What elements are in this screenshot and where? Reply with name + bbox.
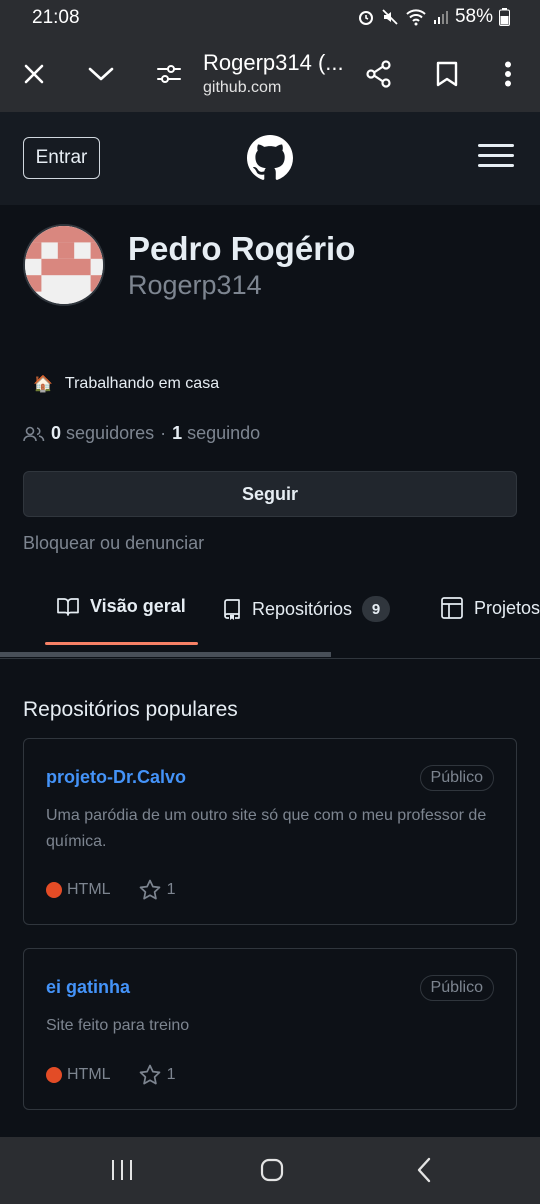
following-link[interactable]: 1 seguindo [172, 423, 260, 444]
repo-language: HTML [67, 880, 111, 898]
popular-repos-title: Repositórios populares [23, 698, 238, 721]
follow-separator: · [160, 423, 167, 443]
hamburger-line [478, 164, 514, 167]
tab-projects[interactable]: Projetos [440, 596, 540, 620]
following-count: 1 [172, 423, 183, 443]
active-tab-indicator [45, 642, 198, 645]
stargazers-link[interactable]: 1 [139, 1064, 176, 1085]
follow-stats: 0 seguidores · 1 seguindo [23, 423, 260, 444]
tab-projects-label: Projetos [474, 597, 540, 618]
tab-overview[interactable]: Visão geral [56, 596, 186, 617]
github-header: Entrar [0, 112, 540, 205]
battery-percent: 58% [454, 6, 493, 27]
status-time: 21:08 [32, 7, 80, 28]
repo-icon [224, 599, 240, 620]
followers-link[interactable]: 0 seguidores [51, 423, 154, 444]
profile-tabs: Visão geral Repositórios 9 Projetos [0, 584, 540, 659]
share-icon[interactable] [361, 56, 397, 92]
recent-apps-icon[interactable] [110, 1157, 134, 1183]
alarm-icon [358, 11, 373, 25]
chevron-down-icon[interactable] [83, 56, 119, 92]
following-label: seguindo [187, 423, 261, 443]
repo-meta: HTML 1 [46, 1064, 175, 1085]
visibility-badge: Público [419, 765, 494, 791]
followers-label: seguidores [66, 423, 155, 443]
repo-description: Uma paródia de um outro site só que com … [46, 807, 487, 850]
repo-name-link[interactable]: ei gatinha [46, 977, 130, 998]
wifi-icon [406, 9, 426, 26]
home-icon[interactable] [259, 1157, 285, 1183]
site-settings-icon[interactable] [151, 56, 187, 92]
page-title[interactable]: Rogerp314 (... [203, 50, 344, 76]
repo-meta: HTML 1 [46, 879, 175, 900]
repo-description: Site feito para treino [46, 1017, 190, 1034]
repo-language: HTML [67, 1065, 111, 1083]
hamburger-icon[interactable] [478, 144, 514, 172]
tabs-scroll-indicator [0, 652, 331, 657]
language-color-dot [46, 881, 62, 898]
stargazers-link[interactable]: 1 [139, 879, 176, 900]
android-status-bar: 21:08 58% [0, 0, 540, 36]
repo-card: ei gatinha Público Site feito para trein… [23, 948, 517, 1110]
back-icon[interactable] [414, 1157, 434, 1183]
browser-toolbar: Rogerp314 (... github.com [0, 36, 540, 112]
signal-icon [433, 11, 448, 24]
tab-repositories-label: Repositórios [252, 598, 353, 619]
mute-icon [382, 9, 398, 25]
identicon-image [25, 226, 103, 304]
signin-button[interactable]: Entrar [23, 137, 100, 179]
language-color-dot [46, 1066, 62, 1083]
repo-name-link[interactable]: projeto-Dr.Calvo [46, 767, 186, 788]
bookmark-icon[interactable] [429, 56, 465, 92]
battery-icon [499, 8, 510, 26]
house-emoji-icon: 🏠 [33, 376, 53, 393]
hamburger-line [478, 144, 514, 147]
repo-card: projeto-Dr.Calvo Público Uma paródia de … [23, 738, 517, 925]
star-count: 1 [166, 1065, 176, 1083]
github-mark-icon[interactable] [247, 135, 293, 181]
visibility-badge: Público [419, 975, 494, 1001]
followers-count: 0 [51, 423, 62, 443]
status-icons: 58% [357, 6, 510, 28]
avatar[interactable] [23, 224, 105, 306]
star-count: 1 [166, 880, 176, 898]
close-icon[interactable] [16, 56, 52, 92]
profile-name: Pedro Rogério [128, 230, 356, 267]
block-report-link[interactable]: Bloquear ou denunciar [23, 533, 204, 554]
tab-repositories[interactable]: Repositórios 9 [222, 596, 391, 622]
android-nav-bar [0, 1137, 540, 1204]
page-url[interactable]: github.com [203, 79, 281, 97]
table-icon [441, 597, 463, 619]
user-status[interactable]: 🏠 Trabalhando em casa [33, 374, 219, 394]
user-status-text: Trabalhando em casa [64, 375, 220, 392]
book-icon [57, 597, 79, 616]
follow-button[interactable]: Seguir [23, 471, 517, 517]
hamburger-line [478, 154, 514, 157]
profile-login: Rogerp314 [128, 270, 262, 300]
more-vert-icon[interactable] [490, 56, 526, 92]
star-icon [139, 879, 160, 900]
people-icon [23, 426, 45, 441]
star-icon [139, 1064, 160, 1085]
repositories-count-badge: 9 [362, 596, 391, 622]
tab-overview-label: Visão geral [90, 596, 186, 616]
